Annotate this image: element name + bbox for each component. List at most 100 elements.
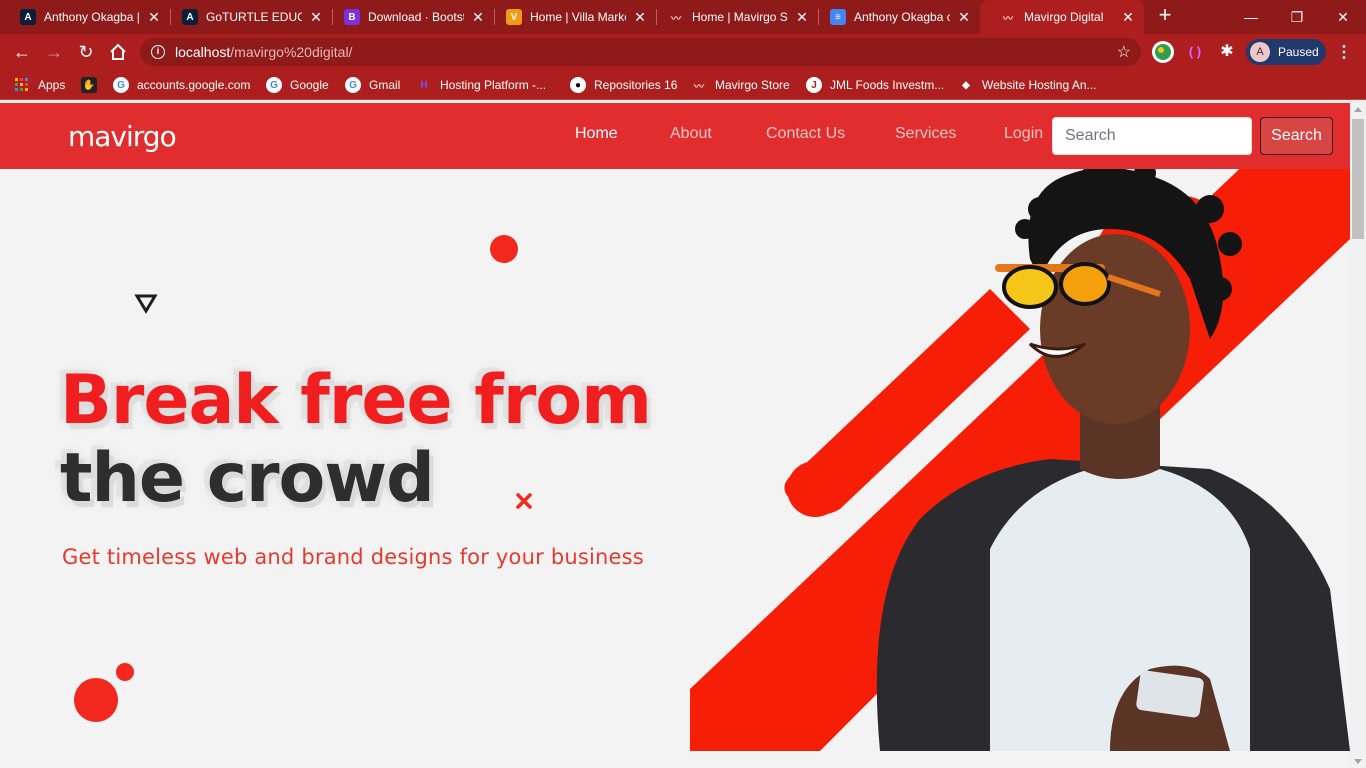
hero-subheadline: Get timeless web and brand designs for y… (62, 545, 644, 569)
window-close-icon[interactable]: ✕ (1320, 0, 1366, 34)
close-icon[interactable]: ✕ (632, 9, 648, 26)
bookmark-label: Google (290, 78, 329, 92)
nav-contact-us[interactable]: Contact Us (766, 125, 845, 143)
home-icon[interactable] (106, 40, 130, 64)
web-page: mavirgo Home About Contact Us Services L… (0, 103, 1350, 768)
bookmark-label: Hosting Platform -... (440, 78, 547, 92)
mavirgo-icon: 〰 (1003, 13, 1013, 25)
google-docs-icon: ≡ (830, 9, 846, 25)
nav-services[interactable]: Services (895, 125, 956, 143)
tab-title: Mavirgo Digital (1024, 10, 1104, 24)
scrollbar-thumb[interactable] (1352, 119, 1364, 239)
cross-decoration (516, 493, 532, 509)
tab-title: Home | Villa Marke (530, 10, 626, 24)
back-icon[interactable]: ← (10, 40, 34, 64)
browser-tab[interactable]: A GoTURTLE EDUCAT ✕ (162, 0, 332, 34)
hero-illustration (690, 169, 1350, 751)
bookmark-accounts-google[interactable]: G accounts.google.com (113, 76, 250, 94)
profile-button[interactable]: A Paused (1246, 39, 1326, 65)
red-dot-decoration (490, 235, 518, 263)
site-navbar: mavirgo Home About Contact Us Services L… (0, 103, 1350, 169)
hero-section: Break free from the crowd Get timeless w… (0, 169, 1350, 751)
minimize-icon[interactable]: — (1228, 0, 1274, 34)
google-icon: G (345, 77, 361, 93)
tab-strip: A Anthony Okagba | ✕ A GoTURTLE EDUCAT ✕… (0, 0, 1366, 34)
mavirgo-icon: 〰 (671, 13, 681, 25)
url-path: /mavirgo%20digital/ (230, 44, 353, 60)
bookmark-hosting-platform[interactable]: H Hosting Platform -... (416, 76, 546, 94)
close-icon[interactable]: ✕ (308, 9, 324, 26)
extension-brackets-icon[interactable]: ( ) (1184, 41, 1206, 63)
extensions-puzzle-icon[interactable]: ✱ (1216, 41, 1238, 63)
tab-title: GoTURTLE EDUCAT (206, 10, 302, 24)
browser-tab-active[interactable]: 〰 Mavirgo Digital ✕ (980, 0, 1144, 34)
bookmark-label: accounts.google.com (137, 78, 251, 92)
browser-tab[interactable]: B Download · Bootst ✕ (324, 0, 494, 34)
red-dots-decoration (74, 663, 134, 722)
bookmark-repositories[interactable]: ● Repositories 16 (570, 76, 677, 94)
bookmark-gmail[interactable]: G Gmail (345, 76, 400, 94)
bookmark-google[interactable]: G Google (266, 76, 329, 94)
scroll-down-icon[interactable] (1354, 759, 1362, 764)
address-bar[interactable]: i localhost/mavirgo%20digital/ ☆ (140, 38, 1141, 66)
profile-status: Paused (1278, 45, 1319, 59)
apps-grid-icon (14, 77, 30, 93)
new-tab-icon[interactable]: + (1154, 4, 1176, 27)
bookmark-label: Website Hosting An... (982, 78, 1097, 92)
hero-headline-line2: the crowd (60, 439, 435, 518)
close-icon[interactable]: ✕ (794, 9, 810, 26)
nav-home[interactable]: Home (575, 125, 618, 143)
info-icon[interactable]: i (151, 45, 165, 59)
bookmark-label: JML Foods Investm... (830, 78, 945, 92)
forward-icon[interactable]: → (42, 40, 66, 64)
site-logo[interactable]: mavirgo (68, 120, 177, 153)
browser-menu-icon[interactable]: ⋮ (1336, 42, 1352, 62)
mavirgo-icon: 〰 (694, 81, 704, 93)
bookmarks-bar: Apps ✋ G accounts.google.com G Google G … (0, 70, 1366, 100)
extension-globe-icon[interactable] (1152, 41, 1174, 63)
angular-icon: A (20, 9, 36, 25)
browser-toolbar: ← → ↻ i localhost/mavirgo%20digital/ ☆ (… (0, 34, 1366, 70)
close-icon[interactable]: ✕ (956, 9, 972, 26)
bookmark-label: Repositories 16 (594, 78, 678, 92)
avatar: A (1250, 42, 1270, 62)
close-icon[interactable]: ✕ (1120, 9, 1136, 26)
search-button[interactable]: Search (1260, 117, 1333, 155)
search-input[interactable] (1052, 117, 1252, 155)
villa-icon: V (506, 9, 522, 25)
browser-tab[interactable]: A Anthony Okagba | ✕ (0, 0, 170, 34)
reload-icon[interactable]: ↻ (74, 40, 98, 64)
nav-login[interactable]: Login (1004, 125, 1043, 143)
bookmark-jml-foods[interactable]: J JML Foods Investm... (806, 76, 944, 94)
hand-icon: ✋ (81, 77, 97, 93)
close-icon[interactable]: ✕ (470, 9, 486, 26)
browser-tab[interactable]: 〰 Home | Mavirgo St ✕ (648, 0, 818, 34)
scroll-up-icon[interactable] (1354, 107, 1362, 112)
close-icon[interactable]: ✕ (146, 9, 162, 26)
bookmark-mavirgo-store[interactable]: 〰 Mavirgo Store (691, 76, 790, 94)
hosting-icon: H (420, 79, 428, 91)
google-icon: G (113, 77, 129, 93)
bookmark-label: Apps (38, 78, 66, 92)
browser-tab[interactable]: V Home | Villa Marke ✕ (486, 0, 656, 34)
angular-icon: A (182, 9, 198, 25)
bootstrap-icon: B (344, 9, 360, 25)
hosting-diamond-icon: ◆ (962, 79, 970, 91)
bookmark-hand[interactable]: ✋ (81, 76, 105, 94)
triangle-decoration (134, 294, 158, 314)
tab-title: Anthony Okagba | (44, 10, 140, 24)
google-icon: G (266, 77, 282, 93)
bookmark-website-hosting[interactable]: ◆ Website Hosting An... (958, 76, 1097, 94)
bookmark-star-icon[interactable]: ☆ (1117, 42, 1131, 62)
hero-headline-line1: Break free from (60, 361, 652, 440)
bookmark-apps[interactable]: Apps (14, 76, 65, 94)
page-scrollbar[interactable] (1350, 103, 1366, 768)
restore-icon[interactable]: ❐ (1274, 0, 1320, 34)
bookmark-label: Gmail (369, 78, 401, 92)
url-host: localhost (175, 44, 231, 60)
github-icon: ● (570, 77, 586, 93)
nav-about[interactable]: About (670, 125, 712, 143)
tab-title: Download · Bootst (368, 10, 464, 24)
browser-tab[interactable]: ≡ Anthony Okagba c ✕ (810, 0, 980, 34)
tab-title: Home | Mavirgo St (692, 10, 788, 24)
